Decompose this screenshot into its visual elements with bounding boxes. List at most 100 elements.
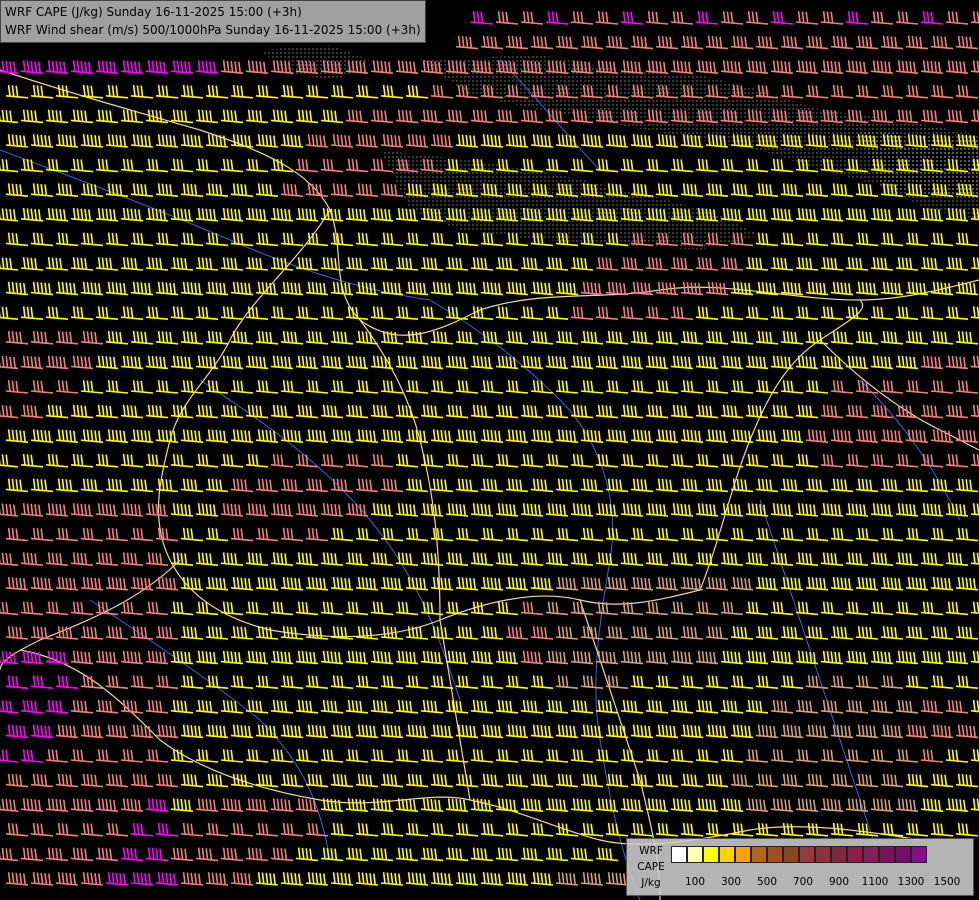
barb-feather [111,331,115,343]
wind-barb-icon [155,330,179,345]
barb-feather [840,36,844,48]
barb-feather [232,281,236,293]
wind-barb-icon [370,109,394,124]
barb-feather [294,479,298,491]
wind-barb-icon [55,527,79,542]
barb-feather [338,209,341,221]
barb-feather [872,207,876,220]
barb-feather [872,404,876,416]
barb-feather [572,453,576,466]
barb-feather [140,282,144,294]
barb-feather [5,306,9,319]
barb-feather [207,134,211,146]
barb-feather [440,479,444,491]
wind-barb-icon [405,527,429,542]
wind-barb-icon [945,453,969,468]
barb-feather [880,405,884,417]
barb-feather [459,356,463,368]
barb-feather [707,183,711,195]
barb-feather [322,355,326,367]
barb-feather [190,183,194,196]
barb-feather [244,135,248,147]
barb-feather [461,282,465,294]
barb-feather [482,478,486,490]
barb-feather [180,405,184,417]
wind-barb-icon [805,380,829,394]
wind-barb-icon [5,281,29,296]
wind-barb-icon [720,60,744,74]
barb-feather [755,208,759,220]
wind-barb-icon [305,380,329,394]
barb-feather [809,504,813,516]
barb-feather [340,85,344,97]
barb-feather [809,61,813,73]
barb-feather [672,453,676,466]
barb-feather [51,503,55,515]
barb-feather [634,258,638,270]
barb-feather [711,528,715,540]
barb-feather [344,135,348,147]
barb-feather [382,84,386,97]
barb-feather [515,429,519,442]
barb-feather [915,429,919,442]
wind-barb-icon [570,404,594,419]
wind-barb-icon [120,60,144,74]
wind-barb-icon [95,355,119,370]
barb-feather [97,306,101,318]
barb-feather [548,135,551,147]
barb-feather [797,11,801,23]
barb-feather [536,282,540,294]
barb-feather [482,232,486,244]
barb-feather [547,257,551,269]
barb-feather [11,232,15,245]
wind-barb-icon [970,306,979,319]
barb-feather [340,528,344,540]
barb-feather [765,36,769,48]
barb-feather [722,158,726,170]
barb-feather [957,232,961,244]
barb-feather [705,257,709,270]
barb-feather [155,503,159,516]
barb-feather [801,60,805,72]
barb-feather [357,84,361,97]
barb-feather [201,503,205,515]
wind-barb-icon [595,453,619,468]
barb-feather [259,208,263,221]
barb-feather [876,454,880,466]
wind-barb-icon [320,404,344,419]
wind-barb-icon [945,404,969,419]
wind-barb-icon [395,257,419,271]
wind-barb-icon [820,404,844,419]
barb-feather [886,331,890,343]
barb-feather [173,135,176,147]
barb-feather [247,158,251,170]
barb-feather [282,232,286,244]
barb-feather [290,479,294,491]
barb-feather [661,429,665,441]
barb-feather [188,356,191,369]
barb-feather [780,208,784,220]
barb-feather [322,306,326,318]
barb-feather [557,35,561,47]
barb-feather [819,36,823,48]
barb-feather [247,453,251,466]
barb-feather [72,60,76,72]
barb-feather [247,207,251,220]
barb-feather [97,207,101,220]
barb-feather [930,60,934,73]
barb-feather [615,282,619,294]
wind-barb-icon [5,527,29,542]
barb-feather [232,380,236,392]
barb-feather [234,208,238,221]
wind-barb-icon [280,527,304,542]
barb-feather [330,405,334,417]
barb-feather [26,503,30,515]
barb-feather [886,478,890,491]
barb-feather [107,183,111,195]
barb-feather [880,356,884,368]
barb-feather [226,405,230,417]
wind-barb-icon [230,429,254,443]
map-area[interactable] [0,0,979,900]
barb-feather [359,208,363,221]
wind-barb-icon [655,527,679,542]
